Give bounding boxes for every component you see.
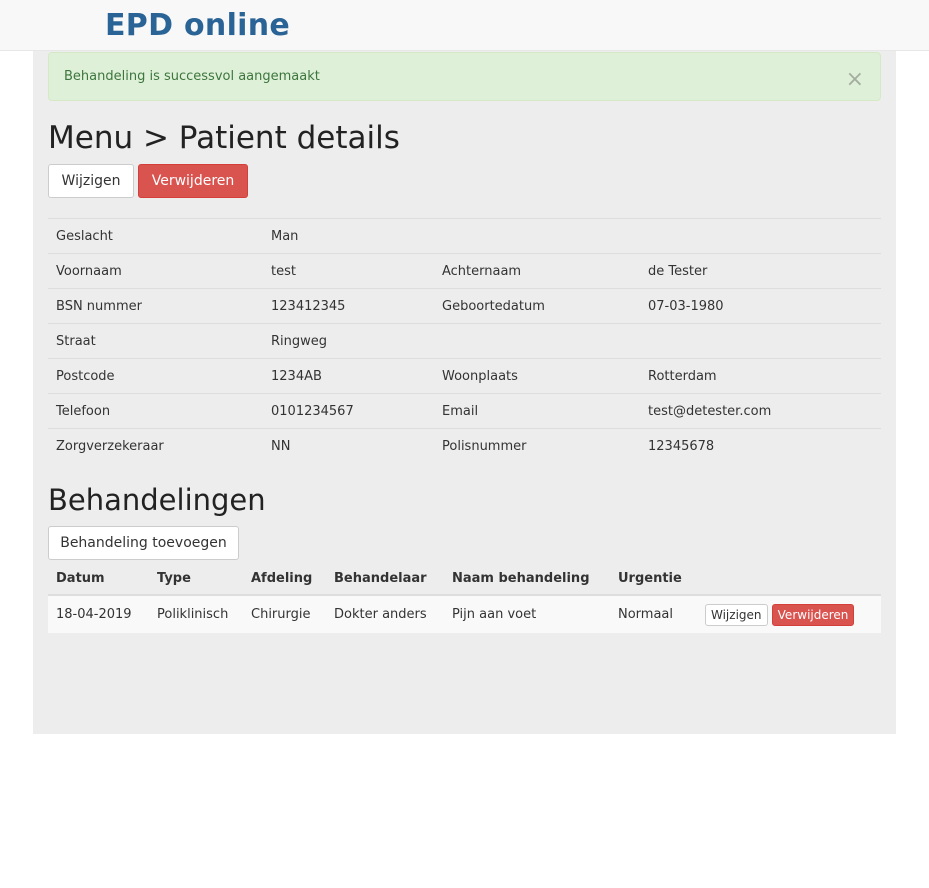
treatments-title: Behandelingen [48, 483, 266, 517]
column-header-actions [697, 562, 881, 596]
add-treatment-button[interactable]: Behandeling toevoegen [48, 526, 239, 560]
column-header-afdeling: Afdeling [243, 562, 326, 596]
column-header-type: Type [149, 562, 243, 596]
delete-patient-button[interactable]: Verwijderen [138, 164, 248, 198]
table-header-row: Datum Type Afdeling Behandelaar Naam beh… [48, 562, 881, 596]
detail-value: Ringweg [263, 323, 434, 359]
delete-treatment-button[interactable]: Verwijderen [771, 603, 855, 626]
detail-label: BSN nummer [48, 288, 263, 324]
close-icon[interactable]: × [846, 53, 864, 106]
detail-label: Achternaam [434, 253, 640, 289]
detail-label: Geslacht [48, 218, 263, 254]
patient-details-table: Geslacht Man Voornaam test Achternaam de… [48, 218, 881, 464]
detail-label: Telefoon [48, 393, 263, 429]
page-title: Menu > Patient details [48, 120, 400, 156]
navbar: EPD online [0, 0, 929, 51]
column-header-datum: Datum [48, 562, 149, 596]
detail-value: test [263, 253, 434, 289]
detail-label: Postcode [48, 358, 263, 394]
table-row: 18-04-2019 Poliklinisch Chirurgie Dokter… [48, 595, 881, 633]
detail-value: 0101234567 [263, 393, 434, 429]
detail-value [640, 323, 881, 359]
detail-row: BSN nummer 123412345 Geboortedatum 07-03… [48, 288, 881, 324]
main-container: Behandeling is successvol aangemaakt × M… [33, 51, 896, 734]
detail-label: Polisnummer [434, 428, 640, 464]
detail-row: Voornaam test Achternaam de Tester [48, 253, 881, 289]
edit-patient-button[interactable]: Wijzigen [48, 164, 134, 198]
detail-value: 07-03-1980 [640, 288, 881, 324]
detail-label: Straat [48, 323, 263, 359]
column-header-naam-behandeling: Naam behandeling [444, 562, 610, 596]
detail-value: de Tester [640, 253, 881, 289]
cell-afdeling: Chirurgie [243, 595, 326, 633]
cell-actions: Wijzigen Verwijderen [697, 595, 881, 633]
detail-label: Geboortedatum [434, 288, 640, 324]
column-header-urgentie: Urgentie [610, 562, 697, 596]
detail-value: Man [263, 218, 434, 254]
brand-logo[interactable]: EPD online [105, 8, 290, 44]
detail-label [434, 218, 640, 254]
detail-label: Woonplaats [434, 358, 640, 394]
detail-row: Telefoon 0101234567 Email test@detester.… [48, 393, 881, 429]
detail-value [640, 218, 881, 254]
detail-label: Voornaam [48, 253, 263, 289]
cell-naam-behandeling: Pijn aan voet [444, 595, 610, 633]
detail-value: 1234AB [263, 358, 434, 394]
detail-row: Geslacht Man [48, 218, 881, 254]
column-header-behandelaar: Behandelaar [326, 562, 444, 596]
detail-label: Zorgverzekeraar [48, 428, 263, 464]
edit-treatment-button[interactable]: Wijzigen [705, 603, 768, 626]
alert-message: Behandeling is successvol aangemaakt [64, 69, 320, 84]
treatments-table: Datum Type Afdeling Behandelaar Naam beh… [48, 562, 881, 633]
cell-datum: 18-04-2019 [48, 595, 149, 633]
detail-value: Rotterdam [640, 358, 881, 394]
cell-type: Poliklinisch [149, 595, 243, 633]
detail-value: test@detester.com [640, 393, 881, 429]
detail-row: Zorgverzekeraar NN Polisnummer 12345678 [48, 428, 881, 464]
detail-value: NN [263, 428, 434, 464]
detail-row: Straat Ringweg [48, 323, 881, 359]
cell-urgentie: Normaal [610, 595, 697, 633]
cell-behandelaar: Dokter anders [326, 595, 444, 633]
detail-row: Postcode 1234AB Woonplaats Rotterdam [48, 358, 881, 394]
detail-label [434, 323, 640, 359]
detail-value: 123412345 [263, 288, 434, 324]
success-alert: Behandeling is successvol aangemaakt × [48, 52, 881, 101]
detail-label: Email [434, 393, 640, 429]
detail-value: 12345678 [640, 428, 881, 464]
